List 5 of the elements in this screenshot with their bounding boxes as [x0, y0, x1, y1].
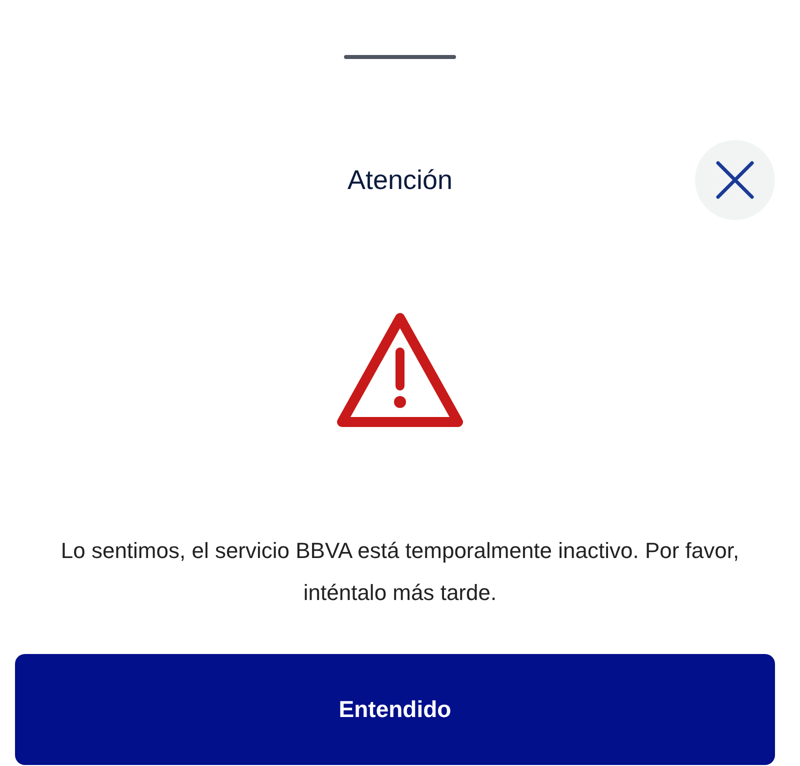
confirm-button[interactable]: Entendido	[15, 654, 775, 765]
drag-handle[interactable]	[344, 55, 456, 59]
error-message: Lo sentimos, el servicio BBVA está temporalmente inactivo. Por favor, inténtalo más tarde.	[60, 537, 740, 607]
close-icon	[715, 160, 755, 200]
sheet-title: Atención	[347, 164, 453, 197]
